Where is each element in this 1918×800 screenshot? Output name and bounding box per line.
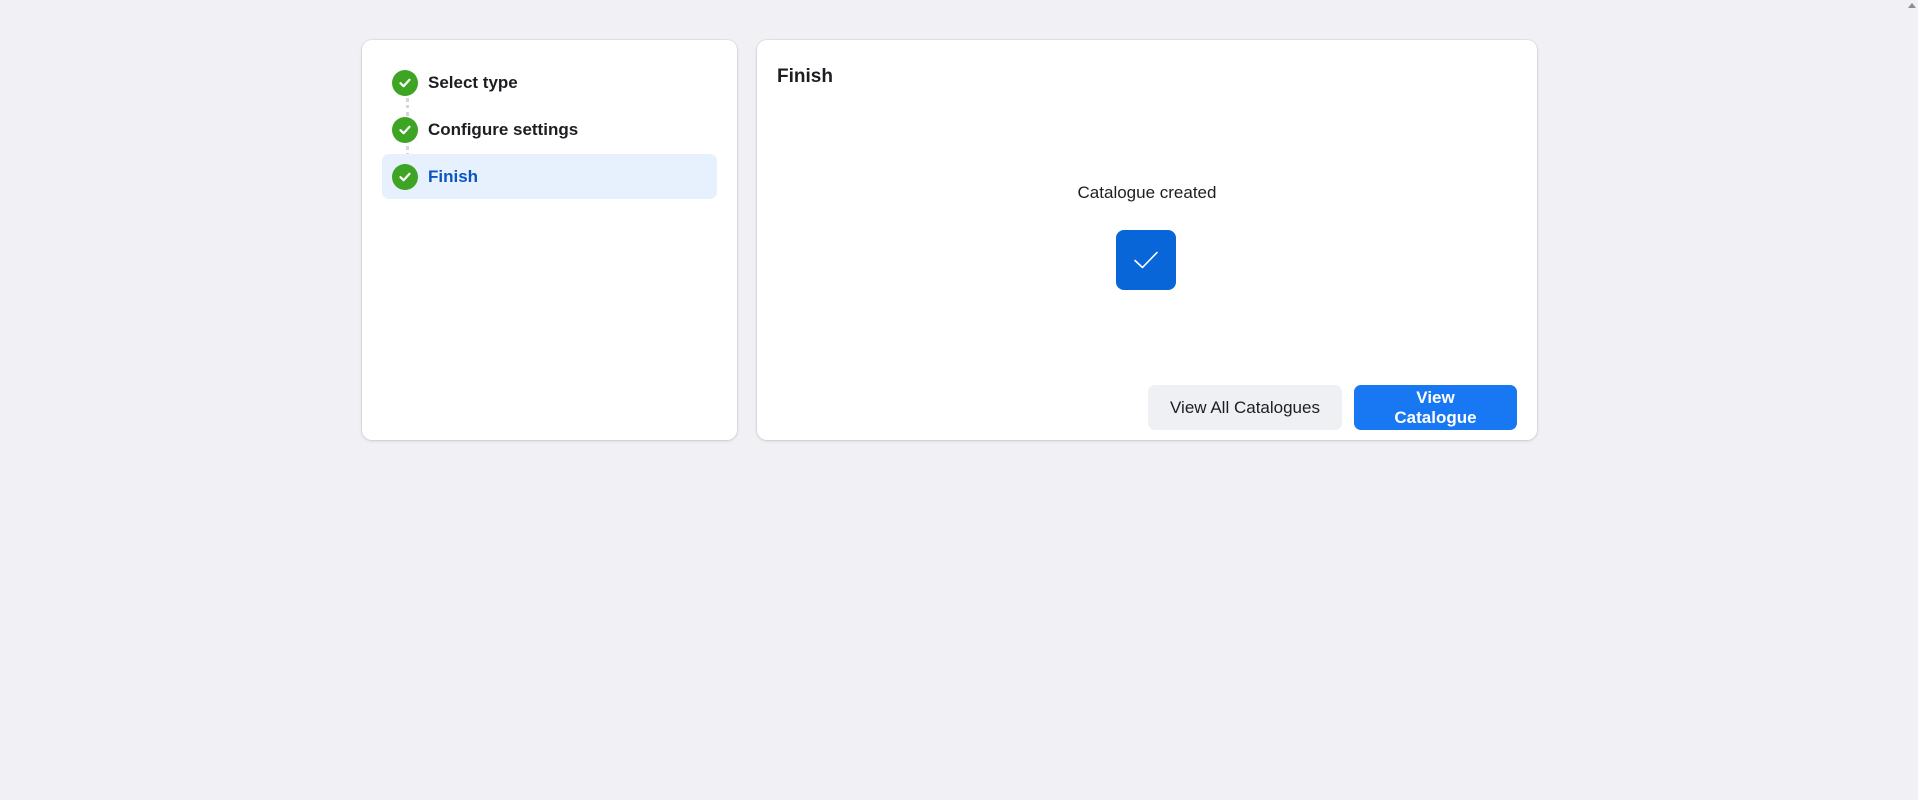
step-configure-settings[interactable]: Configure settings [382,107,717,152]
checkmark-icon [1116,230,1176,290]
panel-title: Finish [777,66,833,87]
view-all-catalogues-button[interactable]: View All Catalogues [1148,385,1342,430]
check-circle-icon [392,163,418,190]
wizard-steps-panel: Select type Configure settings Finish [362,40,737,440]
finish-panel: Finish Catalogue created View All Catalo… [757,40,1537,440]
action-buttons: View All Catalogues View Catalogue [1148,385,1517,430]
step-label: Select type [428,72,518,92]
scroll-up-arrow-icon[interactable] [1908,3,1916,8]
check-circle-icon [392,69,418,96]
step-select-type[interactable]: Select type [382,60,717,105]
step-finish[interactable]: Finish [382,154,717,199]
check-circle-icon [392,116,418,143]
success-message: Catalogue created [1077,183,1217,202]
step-label: Configure settings [428,119,579,139]
step-list: Select type Configure settings Finish [382,60,717,199]
view-catalogue-button[interactable]: View Catalogue [1354,385,1517,430]
step-label: Finish [428,166,479,186]
